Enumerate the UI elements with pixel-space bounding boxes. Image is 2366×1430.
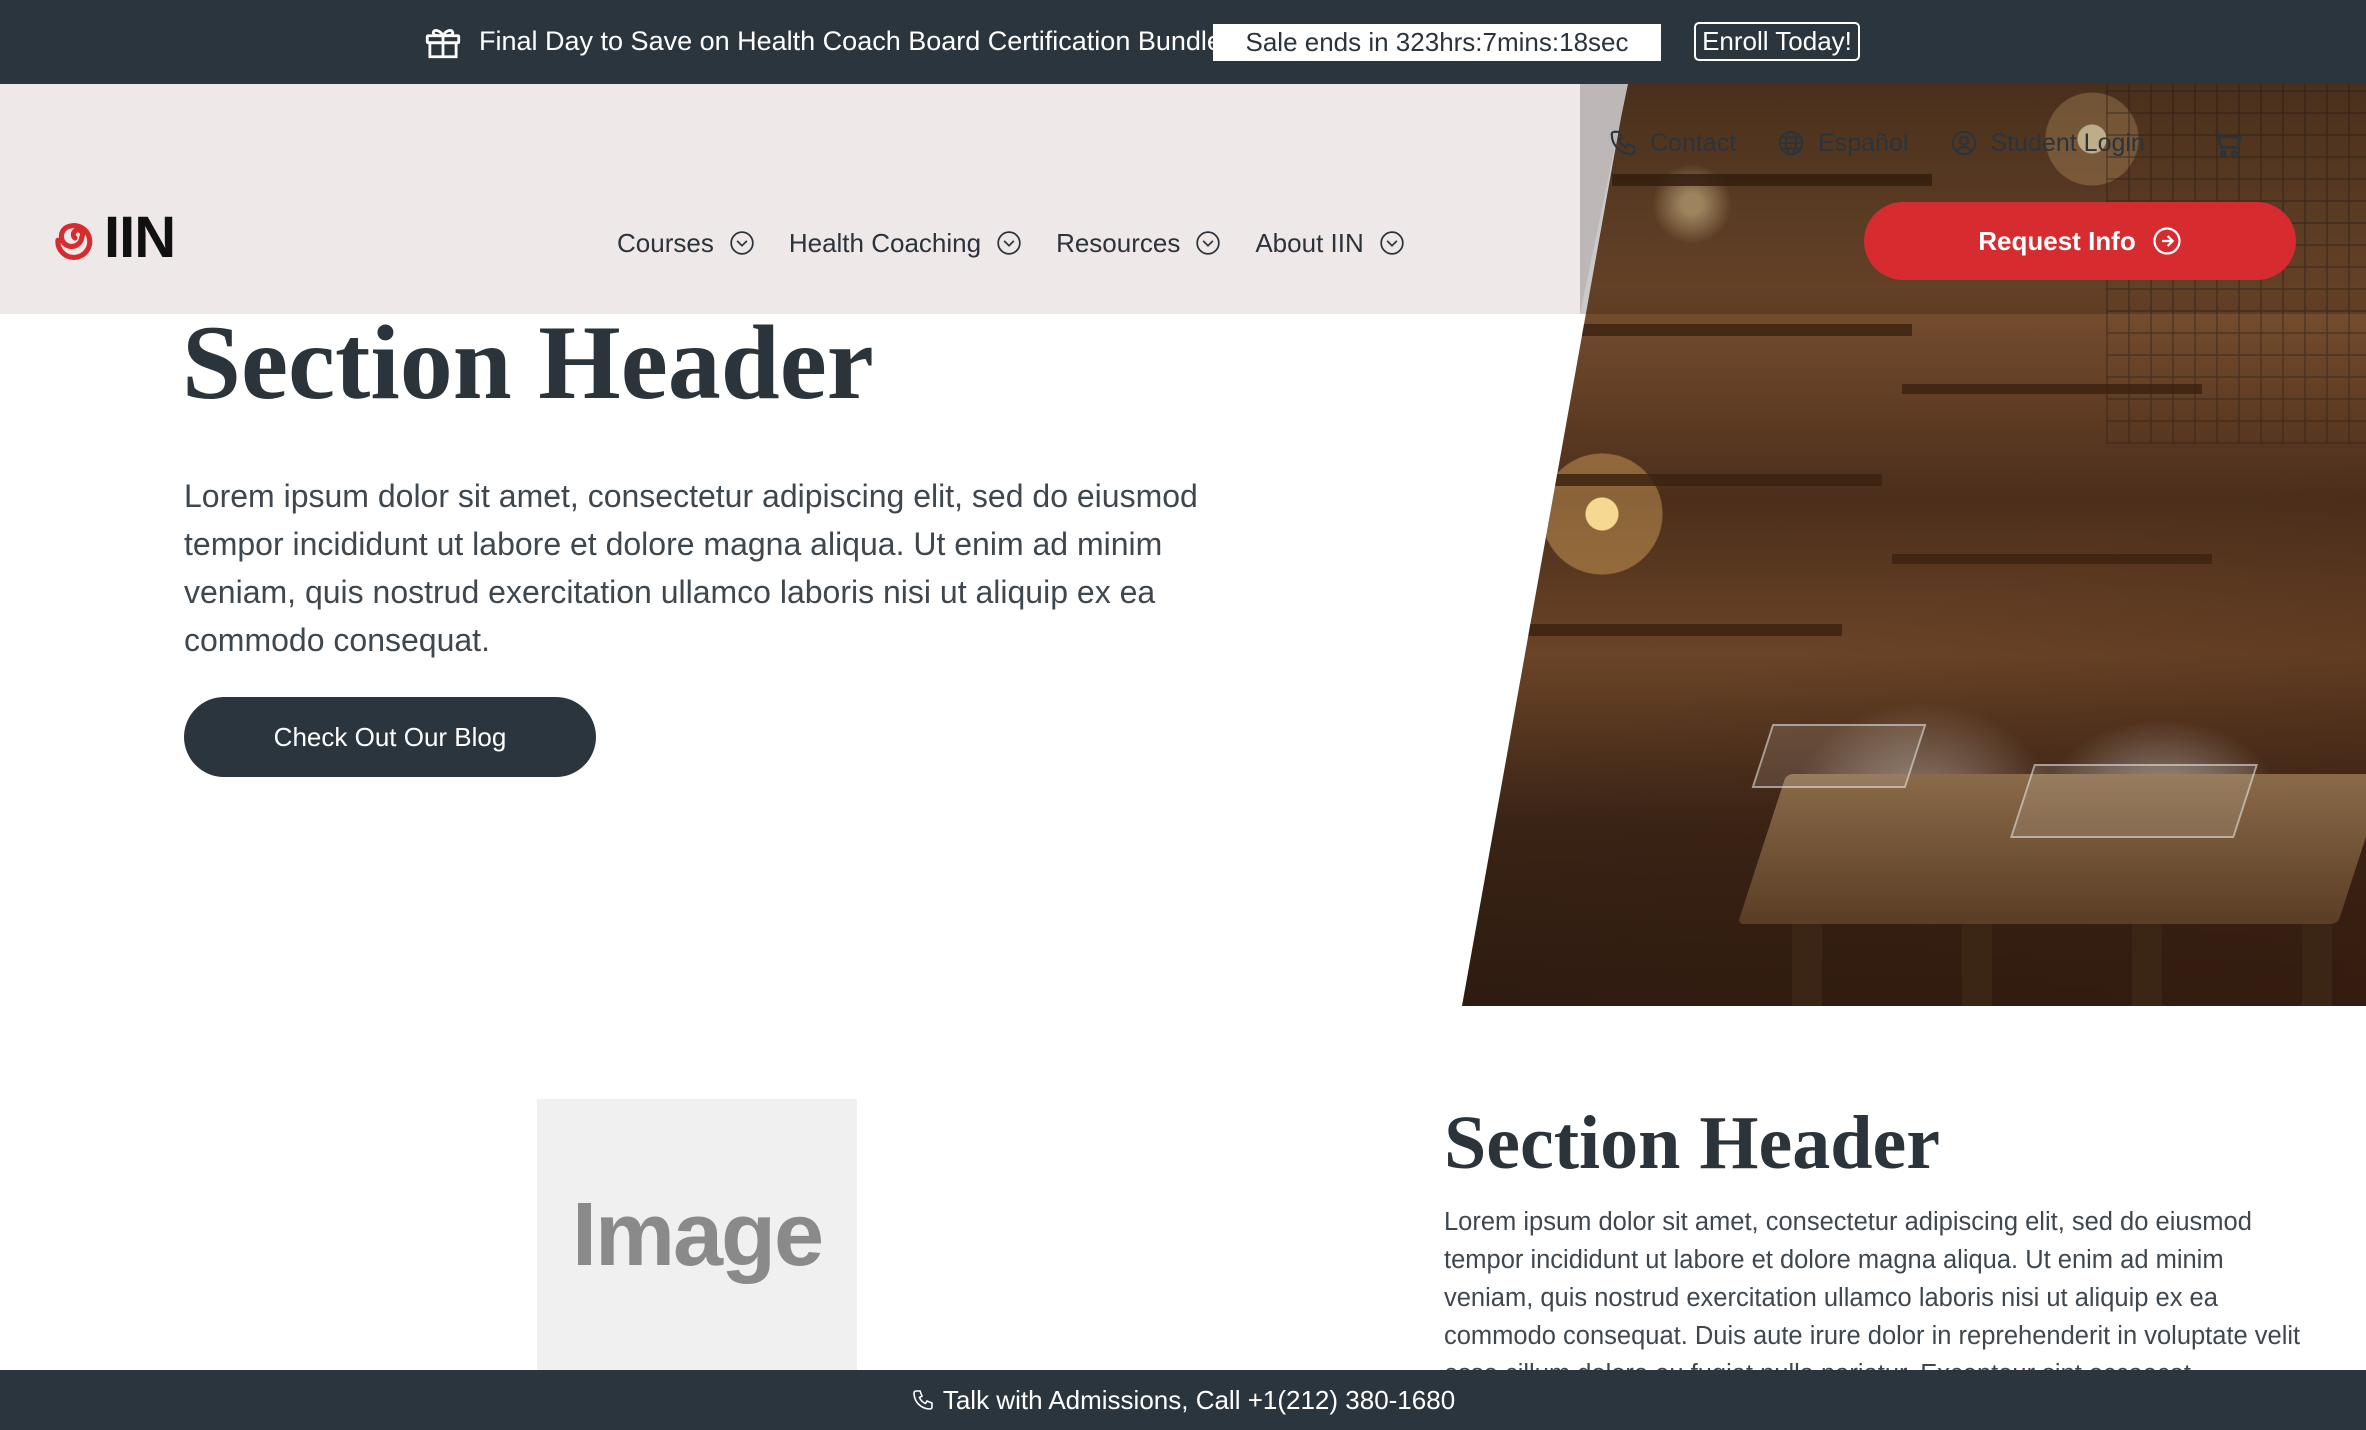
hero-body-text: Lorem ipsum dolor sit amet, consectetur … xyxy=(184,478,1198,658)
image-placeholder-label: Image xyxy=(571,1184,824,1285)
phone-icon xyxy=(913,1390,933,1410)
section-heading: Section Header xyxy=(1444,1101,1941,1185)
admissions-bar[interactable]: Talk with Admissions, Call +1(212) 380-1… xyxy=(0,1370,2366,1430)
check-out-blog-button[interactable]: Check Out Our Blog xyxy=(184,697,596,777)
nav-resources[interactable]: Resources xyxy=(1056,228,1221,259)
cart-icon[interactable] xyxy=(2209,125,2245,161)
promo-text: Final Day to Save on Health Coach Board … xyxy=(479,26,1222,56)
nav-label: About IIN xyxy=(1255,227,1364,258)
image-placeholder: Image xyxy=(537,1099,857,1371)
nav-label: Resources xyxy=(1056,227,1181,258)
swirl-logo-icon xyxy=(55,223,93,260)
section-body-text: Lorem ipsum dolor sit amet, consectetur … xyxy=(1444,1208,2301,1388)
nav-courses[interactable]: Courses xyxy=(617,228,755,259)
user-circle-icon xyxy=(1951,130,1976,156)
nav-health-coaching[interactable]: Health Coaching xyxy=(789,228,1022,259)
language-label: Español xyxy=(1818,128,1909,157)
utility-nav: Contact Español Student Login xyxy=(1608,126,2245,160)
contact-label: Contact xyxy=(1650,128,1737,157)
language-link[interactable]: Español xyxy=(1776,128,1909,158)
nav-label: Health Coaching xyxy=(788,227,982,258)
enroll-today-button[interactable]: Enroll Today! xyxy=(1694,22,1860,61)
chevron-down-icon xyxy=(1196,231,1221,255)
hero-heading: Section Header xyxy=(182,304,874,421)
nav-label: Courses xyxy=(617,227,714,258)
site-header xyxy=(0,84,1628,314)
gift-icon xyxy=(425,29,461,59)
request-info-button[interactable]: Request Info xyxy=(1864,202,2296,280)
arrow-circle-right-icon xyxy=(2153,227,2181,255)
main-nav: Courses Health Coaching Resources About … xyxy=(617,225,1405,261)
logo-wordmark: IIN xyxy=(104,205,176,270)
nav-about-iin[interactable]: About IIN xyxy=(1255,228,1404,259)
phone-chat-icon xyxy=(1610,130,1636,156)
request-info-label: Request Info xyxy=(1978,225,2136,256)
admissions-text: Talk with Admissions, Call +1(212) 380-1… xyxy=(942,1384,1456,1415)
chevron-down-icon xyxy=(1380,231,1404,255)
globe-icon xyxy=(1778,130,1804,156)
iin-logo[interactable]: IIN xyxy=(52,205,176,270)
chevron-down-icon xyxy=(730,231,754,255)
chevron-down-icon xyxy=(997,231,1021,255)
student-login-label: Student Login xyxy=(1990,128,2145,157)
promo-bar: Final Day to Save on Health Coach Board … xyxy=(0,0,2366,84)
student-login-link[interactable]: Student Login xyxy=(1949,128,2145,158)
contact-link[interactable]: Contact xyxy=(1608,128,1736,158)
sale-countdown: Sale ends in 323hrs:7mins:18sec xyxy=(1213,24,1661,61)
